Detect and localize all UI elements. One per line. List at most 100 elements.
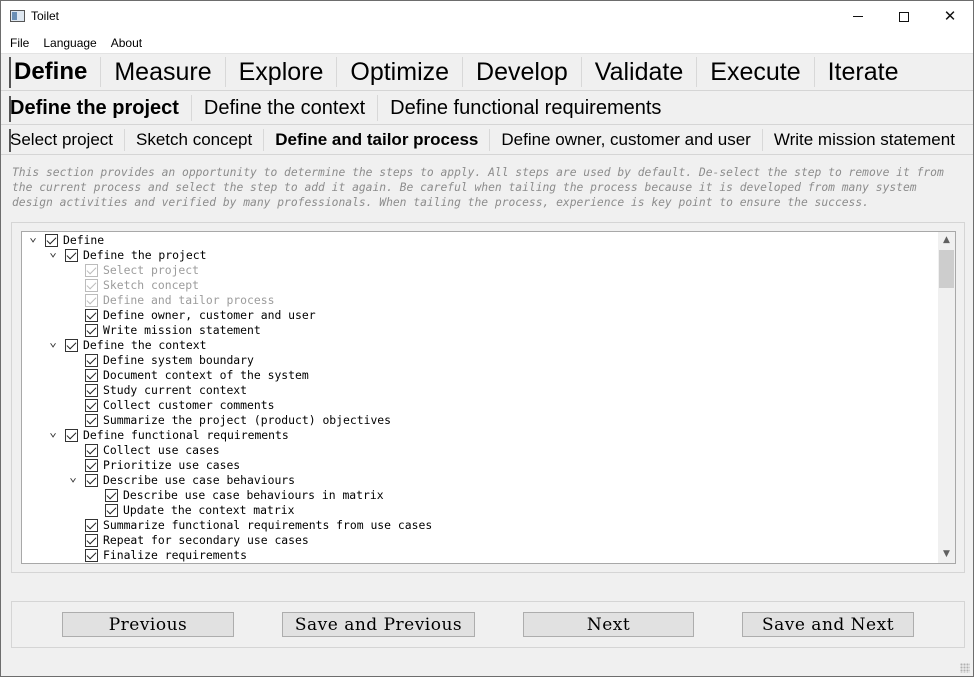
tree-item[interactable]: Update the context matrix [22,503,938,518]
tree-item[interactable]: ⌄ Define the context [22,336,938,353]
tree-item-checkbox[interactable] [105,504,118,517]
tree-item[interactable]: Collect use cases [22,443,938,458]
tree-item-label: Describe use case behaviours [103,473,296,487]
tree-item-label: Define functional requirements [83,428,289,442]
tree-item-checkbox[interactable] [85,474,98,487]
vertical-scrollbar[interactable]: ▲ ▼ [938,232,955,563]
tab-define-the-context[interactable]: Define the context [190,95,377,121]
tree-item[interactable]: ⌄ Define the project [22,246,938,263]
tree-item-label: Define system boundary [103,353,254,367]
tree-item-checkbox[interactable] [85,534,98,547]
chevron-down-icon[interactable]: ⌄ [47,246,59,263]
tree-item[interactable]: Prioritize use cases [22,458,938,473]
tree-item-checkbox[interactable] [85,549,98,562]
title-bar: Toilet ✕ [1,1,973,32]
tree-item[interactable]: Collect customer comments [22,398,938,413]
tree-item-checkbox[interactable] [85,369,98,382]
process-tree[interactable]: ⌄ Define ⌄ Define the project Select project… [21,231,956,564]
tree-item-label: Finalize requirements [103,548,248,562]
tree-item-label: Collect customer comments [103,398,275,412]
tab-define-and-tailor-process[interactable]: Define and tailor process [263,129,489,151]
tree-item[interactable]: Repeat for secondary use cases [22,533,938,548]
save-and-next-button[interactable]: Save and Next [742,612,914,637]
tab-define-the-project[interactable]: Define the project [1,95,191,121]
tree-item-checkbox[interactable] [85,444,98,457]
tree-item-checkbox[interactable] [85,309,98,322]
tree-item[interactable]: ⌄ Define functional requirements [22,426,938,443]
tree-item-checkbox[interactable] [65,249,78,262]
previous-button[interactable]: Previous [62,612,234,637]
tab-explore[interactable]: Explore [224,57,337,87]
tab-write-mission-statement[interactable]: Write mission statement [761,129,966,151]
tree-item-checkbox[interactable] [85,519,98,532]
chevron-down-icon[interactable]: ⌄ [47,426,59,443]
tab-row-marker [9,96,11,122]
next-button[interactable]: Next [523,612,694,637]
tree-item[interactable]: Summarize the project (product) objectiv… [22,413,938,428]
scrollbar-thumb[interactable] [939,250,954,288]
tree-item[interactable]: Write mission statement [22,323,938,338]
tree-item[interactable]: Summarize functional requirements from u… [22,518,938,533]
tree-item[interactable]: Document context of the system [22,368,938,383]
minimize-button[interactable] [835,1,881,32]
scroll-up-arrow-icon[interactable]: ▲ [938,232,955,249]
tree-item-checkbox[interactable] [85,384,98,397]
tree-item-checkbox[interactable] [85,414,98,427]
tab-define[interactable]: Define [1,57,100,87]
tab-measure[interactable]: Measure [100,57,224,87]
tree-item-label: Prioritize use cases [103,458,241,472]
tree-item[interactable]: Define and tailor process [22,293,938,308]
tree-item[interactable]: Define system boundary [22,353,938,368]
tree-item-label: Define the context [83,338,207,352]
tree-item-label: Summarize the project (product) objectiv… [103,413,392,427]
resize-grip-icon[interactable] [960,663,970,673]
menu-about[interactable]: About [104,36,149,50]
tree-item-checkbox[interactable] [65,339,78,352]
tree-item-checkbox[interactable] [85,459,98,472]
tree-item-checkbox[interactable] [85,354,98,367]
menu-language[interactable]: Language [36,36,103,50]
save-and-previous-button[interactable]: Save and Previous [282,612,475,637]
tab-select-project[interactable]: Select project [1,129,124,151]
chevron-down-icon[interactable]: ⌄ [67,471,79,488]
tab-execute[interactable]: Execute [696,57,813,87]
close-button[interactable]: ✕ [927,1,973,32]
tree-item-checkbox[interactable] [85,324,98,337]
tree-item[interactable]: Finalize requirements [22,548,938,563]
tree-item-label: Document context of the system [103,368,309,382]
tree-item[interactable]: Describe use case behaviours in matrix [22,488,938,503]
tree-item[interactable]: ⌄ Define [22,232,938,248]
tab-iterate[interactable]: Iterate [813,57,912,87]
tree-item-label: Summarize functional requirements from u… [103,518,433,532]
tree-item[interactable]: Select project [22,263,938,278]
tree-item-checkbox[interactable] [85,399,98,412]
substep-tabs: Select project Sketch concept Define and… [1,126,973,155]
tab-define-functional-requirements[interactable]: Define functional requirements [377,95,673,121]
tree-item-checkbox[interactable] [105,489,118,502]
tree-item-label: Update the context matrix [123,503,295,517]
tree-item-label: Define [63,233,105,247]
tree-item[interactable]: Sketch concept [22,278,938,293]
tree-item-checkbox[interactable] [65,429,78,442]
chevron-down-icon[interactable]: ⌄ [27,232,39,248]
tab-row-marker [9,129,11,152]
tab-optimize[interactable]: Optimize [336,57,462,87]
tree-item-label: Sketch concept [103,278,200,292]
tree-item-label: Repeat for secondary use cases [103,533,309,547]
tree-item-label: Describe use case behaviours in matrix [123,488,384,502]
menu-bar: File Language About [1,32,973,53]
tab-sketch-concept[interactable]: Sketch concept [124,129,263,151]
tree-item-checkbox [85,279,98,292]
phase-tabs: Define Measure Explore Optimize Develop … [1,53,973,91]
scroll-down-arrow-icon[interactable]: ▼ [938,546,955,563]
tab-define-owner-customer-user[interactable]: Define owner, customer and user [489,129,761,151]
tree-item-checkbox [85,294,98,307]
tab-develop[interactable]: Develop [462,57,581,87]
chevron-down-icon[interactable]: ⌄ [47,336,59,353]
tree-item[interactable]: ⌄ Describe use case behaviours [22,471,938,488]
tree-item[interactable]: Study current context [22,383,938,398]
maximize-button[interactable] [881,1,927,32]
tab-validate[interactable]: Validate [580,57,697,87]
menu-file[interactable]: File [3,36,36,50]
tree-item[interactable]: Define owner, customer and user [22,308,938,323]
